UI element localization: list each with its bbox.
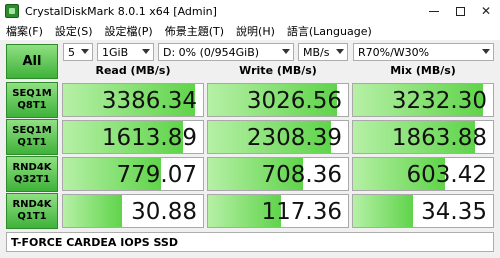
chevron-down-icon (142, 49, 150, 54)
maximize-icon (455, 6, 465, 16)
menu-file[interactable]: 檔案(F) (0, 23, 49, 39)
mix-value: 1863.88 (391, 125, 487, 151)
read-value: 30.88 (131, 199, 197, 225)
write-result-cell: 117.36 (207, 194, 349, 228)
mix-value: R70%/W30% (358, 45, 430, 59)
benchmark-panel: All 5 1GiB D: 0% (0/954GiB) MB/s R70%/W3… (0, 40, 500, 258)
test-label-line2: Q1T1 (17, 137, 47, 148)
chevron-down-icon (81, 49, 89, 54)
chevron-down-icon (482, 49, 490, 54)
test-button-rnd4k-q1t1[interactable]: RND4K Q1T1 (6, 193, 58, 229)
read-value: 779.07 (116, 162, 197, 188)
mix-value: 34.35 (421, 199, 487, 225)
unit-value: MB/s (303, 45, 330, 59)
write-value: 2308.39 (246, 125, 342, 151)
comment-field[interactable]: T-FORCE CARDEA IOPS SSD (6, 232, 494, 252)
drive-value: D: 0% (0/954GiB) (163, 45, 260, 59)
read-result-cell: 1613.89 (62, 120, 204, 154)
all-button[interactable]: All (6, 44, 58, 79)
read-header: Read (MB/s) (95, 64, 171, 77)
chevron-down-icon (336, 49, 344, 54)
app-icon (5, 4, 19, 18)
mix-result-cell: 34.35 (352, 194, 494, 228)
test-label-line2: Q8T1 (17, 100, 47, 111)
write-result-cell: 708.36 (207, 157, 349, 191)
menu-settings[interactable]: 設定(S) (49, 23, 99, 39)
test-button-rnd4k-q32t1[interactable]: RND4K Q32T1 (6, 156, 58, 192)
write-value: 708.36 (261, 162, 342, 188)
read-value: 1613.89 (101, 125, 197, 151)
write-value: 3026.56 (246, 88, 342, 114)
mix-result-cell: 603.42 (352, 157, 494, 191)
menu-language[interactable]: 語言(Language) (281, 23, 378, 39)
drive-select[interactable]: D: 0% (0/954GiB) (158, 43, 294, 61)
write-result-cell: 3026.56 (207, 83, 349, 117)
minimize-icon (429, 10, 439, 12)
unit-select[interactable]: MB/s (298, 43, 348, 61)
mix-value: 3232.30 (391, 88, 487, 114)
menu-theme[interactable]: 佈景主題(T) (159, 23, 230, 39)
test-button-seq1m-q8t1[interactable]: SEQ1M Q8T1 (6, 82, 58, 118)
minimize-button[interactable] (420, 0, 448, 22)
menu-profile[interactable]: 設定檔(P) (99, 23, 159, 39)
read-level-bar (63, 195, 122, 227)
test-label-line2: Q32T1 (13, 174, 51, 185)
write-value: 117.36 (261, 199, 342, 225)
write-result-cell: 2308.39 (207, 120, 349, 154)
read-result-cell: 779.07 (62, 157, 204, 191)
count-select[interactable]: 5 (63, 43, 93, 61)
read-value: 3386.34 (101, 88, 197, 114)
window-title: CrystalDiskMark 8.0.1 x64 [Admin] (25, 4, 217, 18)
mix-level-bar (353, 195, 414, 227)
mix-value: 603.42 (406, 162, 487, 188)
test-label-line1: RND4K (12, 162, 52, 173)
test-label-line1: SEQ1M (12, 88, 52, 99)
test-label-line2: Q1T1 (17, 211, 47, 222)
chevron-down-icon (282, 49, 290, 54)
write-header: Write (MB/s) (239, 64, 317, 77)
maximize-button[interactable] (446, 0, 474, 22)
test-button-seq1m-q1t1[interactable]: SEQ1M Q1T1 (6, 119, 58, 155)
menu-help[interactable]: 說明(H) (230, 23, 281, 39)
read-result-cell: 3386.34 (62, 83, 204, 117)
size-value: 1GiB (102, 45, 129, 59)
mix-header: Mix (MB/s) (390, 64, 456, 77)
count-value: 5 (68, 45, 75, 59)
close-button[interactable]: ✕ (472, 0, 500, 22)
title-bar: CrystalDiskMark 8.0.1 x64 [Admin] ✕ (0, 0, 500, 22)
test-label-line1: RND4K (12, 199, 52, 210)
size-select[interactable]: 1GiB (97, 43, 154, 61)
menu-bar: 檔案(F) 設定(S) 設定檔(P) 佈景主題(T) 說明(H) 語言(Lang… (0, 22, 500, 40)
mix-result-cell: 3232.30 (352, 83, 494, 117)
close-icon: ✕ (480, 4, 492, 18)
mix-result-cell: 1863.88 (352, 120, 494, 154)
test-label-line1: SEQ1M (12, 125, 52, 136)
read-result-cell: 30.88 (62, 194, 204, 228)
mix-select[interactable]: R70%/W30% (353, 43, 494, 61)
